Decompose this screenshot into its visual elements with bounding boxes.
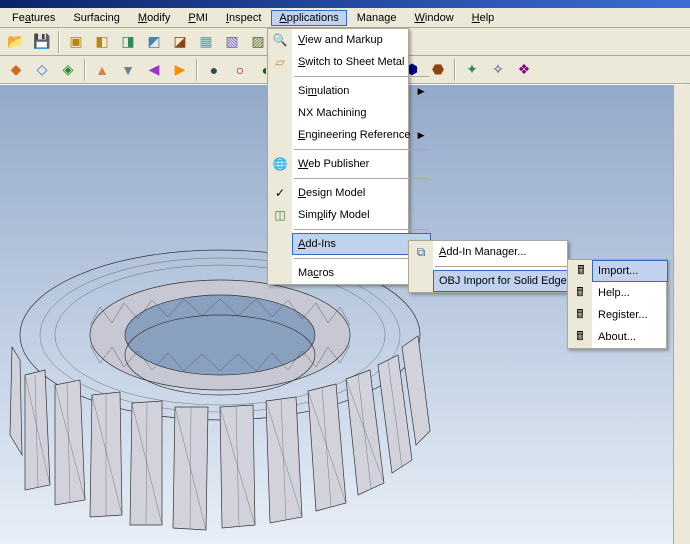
label: Web Publisher: [298, 158, 369, 170]
label: OBJ Import for Solid Edge: [439, 275, 567, 287]
label: Add-In Manager...: [439, 246, 526, 258]
label: NX Machining: [298, 107, 366, 119]
tool-h-icon[interactable]: ●: [202, 58, 226, 82]
label: Simulation: [298, 85, 349, 97]
tool-b-icon[interactable]: ◇: [30, 58, 54, 82]
tool-open-icon[interactable]: 📂: [4, 30, 28, 54]
calculator-icon: 🖩: [570, 283, 590, 304]
menu-pmi[interactable]: PMI: [180, 10, 216, 26]
tool-q-icon[interactable]: ✦: [460, 58, 484, 82]
label: Add-Ins: [298, 238, 336, 250]
label: Switch to Sheet Metal: [298, 56, 404, 68]
addin-manager-icon: ⧉: [411, 245, 431, 260]
menu-window[interactable]: Window: [407, 10, 462, 26]
menu-item-help[interactable]: 🖩 Help...: [592, 282, 668, 304]
menu-item-obj-import[interactable]: OBJ Import for Solid Edge ▶: [433, 270, 587, 292]
label: Register...: [598, 309, 648, 321]
menu-separator: [294, 76, 429, 77]
tool-box-icon[interactable]: ▣: [64, 30, 88, 54]
simplify-icon: ◫: [270, 208, 290, 222]
magnifier-icon: 🔍: [270, 33, 290, 47]
menu-item-design-model[interactable]: ✓ Design Model: [292, 182, 431, 204]
menu-inspect[interactable]: Inspect: [218, 10, 269, 26]
menu-separator: [294, 178, 429, 179]
tool-a-icon[interactable]: ◆: [4, 58, 28, 82]
toolbar-sep: [196, 59, 198, 81]
add-ins-submenu: ⧉ Add-In Manager... OBJ Import for Solid…: [408, 240, 568, 293]
submenu-arrow-icon: ▶: [418, 130, 425, 141]
check-icon: ✓: [270, 186, 290, 200]
menu-modify[interactable]: Modify: [130, 10, 178, 26]
menu-applications[interactable]: Applications: [271, 10, 346, 26]
menu-features[interactable]: Features: [4, 10, 63, 26]
menu-item-register[interactable]: 🖩 Register...: [592, 304, 668, 326]
menu-surfacing[interactable]: Surfacing: [65, 10, 127, 26]
menu-item-import[interactable]: 🖩 Import...: [592, 260, 668, 282]
toolbar-sep: [58, 31, 60, 53]
sheet-metal-icon: ▱: [270, 55, 290, 69]
window-titlebar: [0, 0, 690, 8]
tool-save-icon[interactable]: 💾: [30, 30, 54, 54]
label: Design Model: [298, 187, 365, 199]
tool-e-icon[interactable]: ▼: [116, 58, 140, 82]
menu-item-view-markup[interactable]: 🔍 View and Markup: [292, 29, 431, 51]
menu-item-switch-sheet-metal[interactable]: ▱ Switch to Sheet Metal: [292, 51, 431, 73]
label: About...: [598, 331, 636, 343]
menu-item-about[interactable]: 🖩 About...: [592, 326, 668, 348]
tool-cube-icon[interactable]: ◧: [90, 30, 114, 54]
menu-separator: [294, 149, 429, 150]
calculator-icon: 🖩: [571, 261, 591, 282]
tool-cube5-icon[interactable]: ▦: [194, 30, 218, 54]
tool-cube3-icon[interactable]: ◩: [142, 30, 166, 54]
menu-item-addin-manager[interactable]: ⧉ Add-In Manager...: [433, 241, 587, 263]
menu-manage[interactable]: Manage: [349, 10, 405, 26]
obj-import-submenu: 🖩 Import... 🖩 Help... 🖩 Register... 🖩 Ab…: [567, 259, 667, 349]
menu-item-nx-machining[interactable]: NX Machining: [292, 102, 431, 124]
menu-item-eng-reference[interactable]: Engineering Reference ▶: [292, 124, 431, 146]
tool-f-icon[interactable]: ◀: [142, 58, 166, 82]
menu-item-simulation[interactable]: Simulation ▶: [292, 80, 431, 102]
menu-help[interactable]: Help: [464, 10, 503, 26]
calculator-icon: 🖩: [570, 327, 590, 348]
tool-s-icon[interactable]: ❖: [512, 58, 536, 82]
globe-icon: 🌐: [270, 157, 290, 171]
label: Help...: [598, 287, 630, 299]
menu-separator: [435, 266, 585, 267]
tool-r-icon[interactable]: ✧: [486, 58, 510, 82]
tool-cube6-icon[interactable]: ▧: [220, 30, 244, 54]
tool-cube4-icon[interactable]: ◪: [168, 30, 192, 54]
label: View and Markup: [298, 34, 383, 46]
tool-d-icon[interactable]: ▲: [90, 58, 114, 82]
toolbar-sep: [84, 59, 86, 81]
label: Import...: [598, 265, 638, 277]
tool-g-icon[interactable]: ▶: [168, 58, 192, 82]
tool-c-icon[interactable]: ◈: [56, 58, 80, 82]
toolbar-sep: [454, 59, 456, 81]
tool-i-icon[interactable]: ○: [228, 58, 252, 82]
applications-menu: 🔍 View and Markup ▱ Switch to Sheet Meta…: [267, 28, 409, 285]
calculator-icon: 🖩: [570, 305, 590, 326]
label: Engineering Reference: [298, 129, 411, 141]
label: Simplify Model: [298, 209, 370, 221]
menu-item-web-publisher[interactable]: 🌐 Web Publisher: [292, 153, 431, 175]
menubar: Features Surfacing Modify PMI Inspect Ap…: [0, 8, 690, 28]
tool-cube2-icon[interactable]: ◨: [116, 30, 140, 54]
submenu-arrow-icon: ▶: [418, 86, 425, 97]
menu-separator: [294, 229, 429, 230]
label: Macros: [298, 267, 334, 279]
menu-item-simplify-model[interactable]: ◫ Simplify Model: [292, 204, 431, 226]
